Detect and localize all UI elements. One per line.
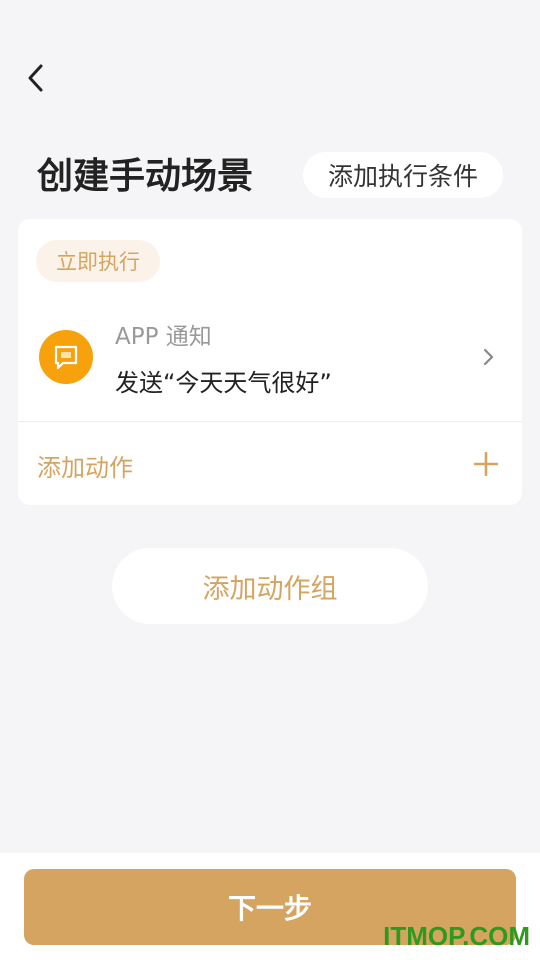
action-type-label: APP 通知 — [115, 324, 212, 350]
message-icon — [39, 330, 93, 384]
chevron-right-icon — [483, 348, 494, 366]
immediate-execute-tag: 立即执行 — [36, 240, 160, 282]
action-description: 发送“今天天气很好” — [115, 369, 332, 397]
add-action-group-button[interactable]: 添加动作组 — [112, 548, 428, 624]
add-action-label: 添加动作 — [37, 454, 133, 482]
page-title: 创建手动场景 — [37, 156, 254, 197]
watermark-logo: ITMOP.COM — [383, 921, 530, 951]
plus-icon — [474, 452, 498, 476]
action-card: 立即执行 APP 通知 发送“今天天气很好” 添加动作 — [18, 219, 522, 505]
action-item[interactable]: APP 通知 发送“今天天气很好” — [18, 303, 522, 421]
add-condition-button[interactable]: 添加执行条件 — [303, 152, 503, 198]
add-action-button[interactable]: 添加动作 — [18, 422, 522, 505]
back-button[interactable] — [18, 60, 54, 96]
chevron-left-icon — [28, 64, 43, 92]
